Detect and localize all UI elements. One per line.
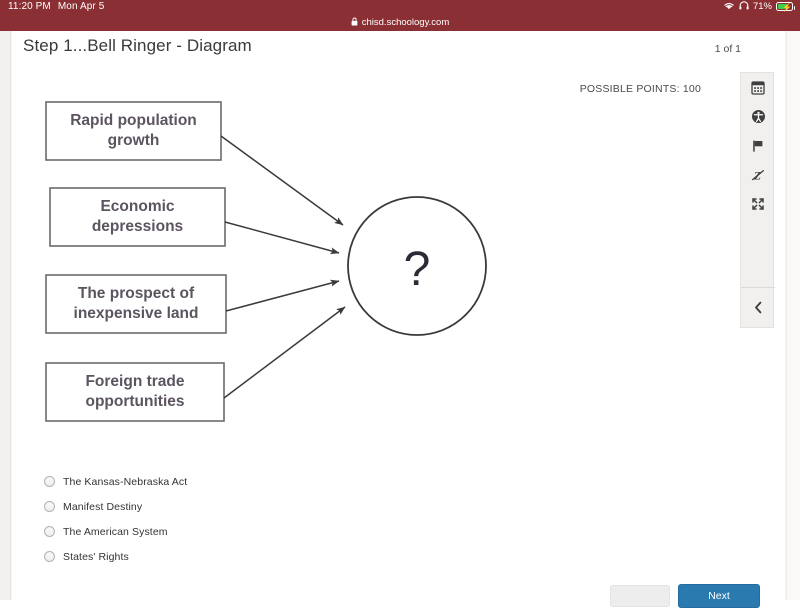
charging-bolt-icon: ⚡ (782, 3, 792, 13)
answer-option-3[interactable]: The American System (44, 519, 464, 544)
page-counter: 1 of 1 (714, 43, 741, 55)
ios-status-bar: 11:20 PM Mon Apr 5 71% ⚡ (0, 0, 800, 14)
back-button[interactable] (610, 585, 670, 607)
quiz-footer-buttons: Next (610, 584, 760, 608)
status-bar-right: 71% ⚡ (723, 1, 795, 13)
diagram-center-label: ? (404, 243, 431, 296)
strikethrough-icon[interactable]: Z (741, 160, 775, 189)
page-scrollbar-gutter[interactable] (786, 31, 800, 600)
diagram-box-4-line1: Foreign trade (85, 373, 184, 390)
quiz-tool-panel: Z (740, 72, 775, 328)
calculator-icon[interactable] (741, 73, 775, 102)
status-bar-left: 11:20 PM Mon Apr 5 (8, 2, 104, 12)
answer-options-list: The Kansas-Nebraska Act Manifest Destiny… (44, 469, 464, 569)
diagram-center-node: ? (347, 196, 487, 336)
browser-chrome: 11:20 PM Mon Apr 5 71% ⚡ chisd.schoology… (0, 0, 800, 31)
answer-label-4: States' Rights (63, 550, 129, 563)
diagram-box-1: Rapid population growth (45, 101, 222, 161)
diagram-arrows (220, 135, 346, 399)
flag-icon[interactable] (741, 131, 775, 160)
answer-label-3: The American System (63, 525, 168, 538)
diagram-box-4-line2: opportunities (85, 393, 184, 410)
url-text: chisd.schoology.com (361, 17, 450, 28)
arrow-4 (223, 306, 346, 399)
battery-percent-label: 71% (752, 1, 772, 12)
quiz-content: Step 1...Bell Ringer - Diagram 1 of 1 PO… (12, 31, 785, 608)
status-time: 11:20 PM (8, 1, 51, 12)
headphones-icon (739, 1, 749, 13)
arrow-2 (224, 221, 340, 255)
radio-button-2[interactable] (44, 501, 55, 512)
answer-label-1: The Kansas-Nebraska Act (63, 475, 188, 488)
lock-icon (351, 17, 358, 29)
diagram-box-1-line2: growth (108, 132, 160, 149)
radio-button-3[interactable] (44, 526, 55, 537)
diagram-box-2: Economic depressions (49, 187, 226, 247)
diagram-box-3-line2: inexpensive land (74, 305, 199, 322)
accessibility-icon[interactable] (741, 102, 775, 131)
chevron-left-icon[interactable] (741, 288, 775, 327)
battery-icon: ⚡ (776, 2, 795, 13)
question-diagram: Rapid population growth Economic depress… (45, 101, 487, 422)
diagram-box-1-line1: Rapid population (70, 112, 197, 129)
arrow-1 (220, 135, 344, 226)
answer-option-2[interactable]: Manifest Destiny (44, 494, 464, 519)
address-bar[interactable]: chisd.schoology.com (0, 14, 800, 31)
status-date: Mon Apr 5 (57, 1, 105, 12)
answer-option-1[interactable]: The Kansas-Nebraska Act (44, 469, 464, 494)
possible-points-label: POSSIBLE POINTS: 100 (579, 83, 701, 95)
answer-label-2: Manifest Destiny (63, 500, 143, 513)
diagram-box-3: The prospect of inexpensive land (45, 274, 227, 334)
radio-button-1[interactable] (44, 476, 55, 487)
arrow-3 (225, 279, 340, 312)
page-title: Step 1...Bell Ringer - Diagram (23, 36, 252, 55)
diagram-box-2-line1: Economic (100, 198, 174, 215)
diagram-box-3-line1: The prospect of (78, 285, 195, 302)
fullscreen-icon[interactable] (741, 189, 775, 218)
next-button[interactable]: Next (678, 584, 760, 608)
left-gutter (0, 31, 11, 600)
wifi-icon (723, 1, 735, 13)
answer-option-4[interactable]: States' Rights (44, 544, 464, 569)
diagram-box-4: Foreign trade opportunities (45, 362, 225, 422)
radio-button-4[interactable] (44, 551, 55, 562)
page-body: Step 1...Bell Ringer - Diagram 1 of 1 PO… (0, 31, 800, 608)
diagram-box-2-line2: depressions (92, 218, 183, 235)
